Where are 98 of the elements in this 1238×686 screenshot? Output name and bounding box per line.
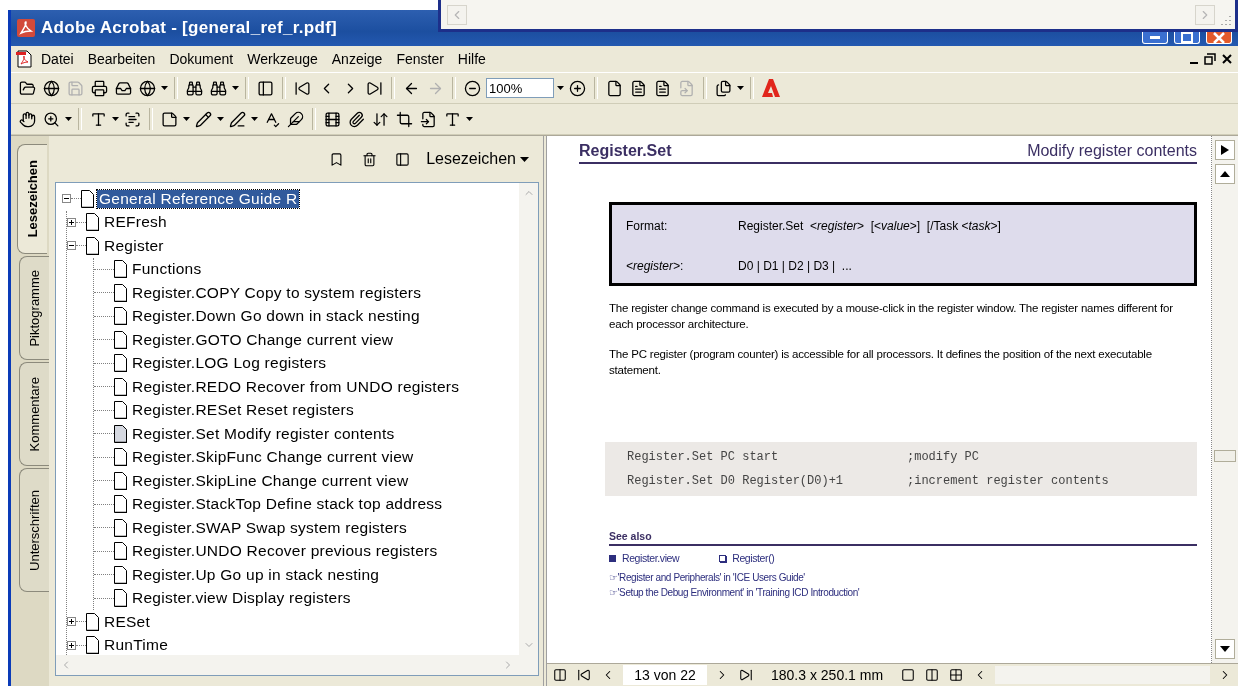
dropdown-caret-icon[interactable]: [65, 117, 72, 121]
bookmark-item[interactable]: Register.SkipLine Change current view: [130, 471, 411, 490]
bookmark-item[interactable]: Register.Up Go up in stack nesting: [130, 565, 382, 584]
bookmark-item[interactable]: Register: [102, 236, 166, 255]
resize-grip-icon: [1219, 13, 1231, 25]
reference-link[interactable]: ☞'Setup the Debug Environment' in 'Training ICD Introduction': [609, 587, 1197, 598]
expand-icon[interactable]: [67, 617, 76, 627]
format-value: Register.Set <register> [<value>] [/Task <task>]: [738, 219, 1002, 233]
document-scrollbar[interactable]: [1212, 136, 1238, 663]
dropdown-caret-icon[interactable]: [466, 117, 473, 121]
maximize-button[interactable]: [1174, 32, 1200, 44]
maximize-icon: [1181, 32, 1193, 43]
see-also-link[interactable]: Register.view: [609, 552, 680, 564]
dropdown-caret-icon[interactable]: [217, 117, 224, 121]
dropdown-caret-icon[interactable]: [183, 117, 190, 121]
window-title: Adobe Acrobat - [general_ref_r.pdf]: [41, 18, 339, 38]
triangle-down-icon: [1220, 646, 1230, 652]
close-icon: [1222, 54, 1232, 64]
side-tab[interactable]: Piktogramme: [19, 256, 49, 360]
bookmark-item[interactable]: Register.COPY Copy to system registers: [130, 283, 424, 302]
panel-toggle-button[interactable]: [1215, 140, 1235, 160]
bookmark-item[interactable]: Register.GOTO Change current view: [130, 330, 396, 349]
page-subtitle: Modify register contents: [1027, 142, 1197, 160]
menu-item[interactable]: Fenster: [390, 49, 450, 69]
bookmarks-menu[interactable]: Lesezeichen: [426, 150, 529, 168]
dropdown-caret-icon[interactable]: [112, 117, 119, 121]
menu-item[interactable]: Werkzeuge: [241, 49, 324, 69]
page-icon: [86, 636, 99, 655]
caret-icon: [520, 156, 529, 162]
format-label: Format:: [626, 219, 669, 233]
code-comment: ;increment register contents: [907, 474, 1110, 488]
dropdown-caret-icon[interactable]: [161, 86, 168, 90]
zoom-field[interactable]: 100%: [486, 78, 554, 98]
dropdown-caret-icon[interactable]: [737, 86, 744, 90]
restore-icon: [1204, 53, 1216, 65]
bookmark-item[interactable]: Register.SkipFunc Change current view: [130, 448, 416, 467]
code-comment: ;modify PC: [907, 450, 980, 464]
expand-icon[interactable]: [67, 217, 76, 227]
menu-item[interactable]: Hilfe: [451, 49, 492, 69]
split-icon[interactable]: [551, 666, 569, 684]
minimize-button[interactable]: [1142, 32, 1168, 44]
minimize-icon: [1190, 62, 1198, 64]
bookmark-item[interactable]: Register.StackTop Define stack top address: [130, 495, 445, 514]
collapse-icon[interactable]: [62, 194, 71, 204]
menu-item[interactable]: Dokument: [163, 49, 240, 69]
bookmark-item[interactable]: Register.SWAP Swap system registers: [130, 518, 409, 537]
page-icon: [86, 612, 99, 631]
page-size-text: 180.3 x 250.1 mm: [770, 667, 885, 683]
bookmark-item[interactable]: Register.Set Modify register contents: [130, 424, 397, 443]
minimize-icon: [1150, 35, 1160, 40]
see-also-link[interactable]: Register(): [719, 552, 775, 564]
dropdown-caret-icon[interactable]: [251, 117, 258, 121]
see-also-heading: See also: [609, 530, 1197, 546]
restore-document-button[interactable]: [1202, 51, 1218, 67]
side-tab[interactable]: Kommentare: [19, 362, 49, 466]
adobe-logo-icon[interactable]: [760, 77, 782, 99]
page-number-field[interactable]: 13 von 22: [623, 665, 707, 685]
format-label: <register>:: [626, 259, 685, 273]
paragraph: The PC register (program counter) is accessible for all processors. It defines the position of the next executable statement.: [609, 347, 1153, 378]
bookmark-item[interactable]: Register.REDO Recover from UNDO registers: [130, 377, 462, 396]
code-line: Register.Set D0 Register(D0)+1: [627, 474, 845, 488]
menu-item[interactable]: Anzeige: [325, 49, 389, 69]
bookmark-item[interactable]: REFresh: [102, 213, 169, 232]
scroll-up-button[interactable]: [1215, 164, 1235, 184]
menu-item[interactable]: Datei: [35, 49, 80, 69]
menu-item[interactable]: Bearbeiten: [81, 49, 162, 69]
side-tab[interactable]: Lesezeichen: [17, 144, 47, 254]
document-logo-icon: [15, 50, 33, 68]
expand-icon[interactable]: [67, 640, 76, 650]
bookmark-item[interactable]: Register.view Display registers: [130, 589, 353, 608]
bookmark-item[interactable]: Register.RESet Reset registers: [130, 401, 356, 420]
page-icon: [86, 236, 99, 255]
bookmark-item[interactable]: Functions: [130, 260, 204, 279]
triangle-right-icon: [1221, 145, 1229, 155]
close-document-button[interactable]: [1220, 52, 1234, 66]
paragraph: The register change command is executed by a mouse-click in the register window. The register names different for each processor architecture.: [609, 301, 1174, 332]
page-icon: [86, 213, 99, 232]
reference-link[interactable]: ☞'Register and Peripherals' in 'ICE Users Guide': [609, 572, 1197, 583]
close-button[interactable]: [1206, 32, 1232, 44]
bookmark-item[interactable]: Register.UNDO Recover previous registers: [130, 542, 440, 561]
bookmark-item[interactable]: General Reference Guide R: [97, 189, 300, 208]
close-icon: [1213, 31, 1225, 44]
dropdown-caret-icon[interactable]: [557, 86, 564, 90]
collapse-icon[interactable]: [67, 241, 76, 251]
triangle-up-icon: [1220, 171, 1230, 177]
dropdown-caret-icon[interactable]: [232, 86, 239, 90]
scroll-down-button[interactable]: [1215, 639, 1235, 659]
code-line: Register.Set PC start: [627, 450, 780, 464]
side-tab[interactable]: Unterschriften: [19, 468, 49, 592]
bookmark-item[interactable]: RunTime: [102, 636, 171, 655]
page-icon: [81, 189, 94, 208]
bookmark-item[interactable]: RESet: [102, 612, 153, 631]
format-value: D0 | D1 | D2 | D3 | ...: [738, 259, 853, 273]
bookmark-item[interactable]: Register.Down Go down in stack nesting: [130, 307, 422, 326]
page-heading: Register.Set: [579, 142, 672, 160]
bookmark-item[interactable]: Register.LOG Log registers: [130, 354, 329, 373]
scroll-thumb[interactable]: [1214, 450, 1236, 462]
app-logo-icon: [17, 19, 35, 37]
